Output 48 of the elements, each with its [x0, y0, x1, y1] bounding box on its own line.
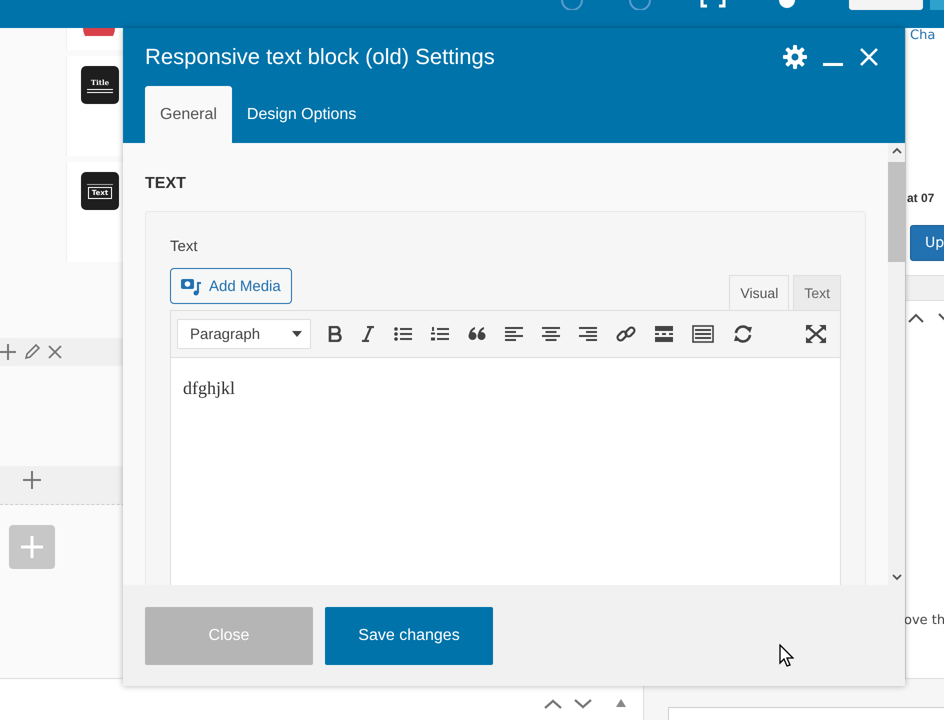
save-button[interactable]: Save changes: [325, 606, 493, 664]
scroll-down-icon[interactable]: [892, 574, 902, 581]
spinner-icon: [628, 0, 652, 10]
spinner-icon: [560, 0, 584, 10]
add-icon[interactable]: [23, 471, 41, 489]
numbered-list-icon[interactable]: [431, 326, 449, 342]
bold-icon[interactable]: [328, 326, 342, 342]
scrollbar-thumb[interactable]: [888, 162, 905, 262]
align-right-icon[interactable]: [579, 326, 597, 342]
section-heading: TEXT: [145, 175, 187, 193]
dialog-title: Responsive text block (old) Settings: [145, 44, 496, 70]
changes-link[interactable]: Cha: [910, 28, 944, 43]
tab[interactable]: Design Options: [232, 86, 372, 143]
element-icon: [83, 28, 115, 36]
media-icon: [181, 276, 201, 296]
quote-icon[interactable]: [468, 327, 486, 341]
read-more-icon[interactable]: [655, 326, 673, 342]
close-icon[interactable]: [48, 345, 62, 359]
refresh-icon[interactable]: [733, 325, 753, 343]
field-label: Text: [170, 238, 199, 255]
scrollbar[interactable]: [888, 143, 905, 585]
publish-time: at 07: [907, 191, 936, 205]
mouse-pointer-icon: [779, 644, 794, 668]
triangle-up-icon[interactable]: [616, 699, 626, 707]
editor-text: dfghjkl: [183, 378, 235, 398]
tab[interactable]: General: [145, 86, 232, 143]
add-media-button[interactable]: Add Media: [170, 268, 292, 304]
editor-content[interactable]: dfghjkl: [171, 358, 840, 585]
link-icon[interactable]: [616, 324, 636, 344]
help-text: ove th: [904, 613, 944, 628]
bullet-list-icon[interactable]: [394, 326, 412, 342]
keyboard-icon[interactable]: [692, 325, 714, 343]
align-center-icon[interactable]: [542, 326, 560, 342]
italic-icon[interactable]: [361, 326, 375, 342]
align-left-icon[interactable]: [505, 326, 523, 342]
update-button[interactable]: Up: [910, 225, 944, 261]
editor-tab[interactable]: Visual: [729, 275, 790, 310]
add-icon[interactable]: [0, 344, 16, 360]
editor-tab[interactable]: Text: [793, 275, 841, 310]
scroll-up-icon[interactable]: [892, 147, 902, 154]
dropdown-arrow-icon: [292, 331, 302, 337]
format-dropdown[interactable]: Paragraph: [177, 319, 311, 349]
chevron-up-icon[interactable]: [544, 699, 562, 709]
chevron-down-icon[interactable]: [574, 699, 592, 709]
chevron-up-icon[interactable]: [908, 313, 924, 323]
fullscreen-icon[interactable]: [806, 325, 826, 343]
edit-icon[interactable]: [24, 344, 40, 360]
add-icon: [21, 536, 43, 558]
